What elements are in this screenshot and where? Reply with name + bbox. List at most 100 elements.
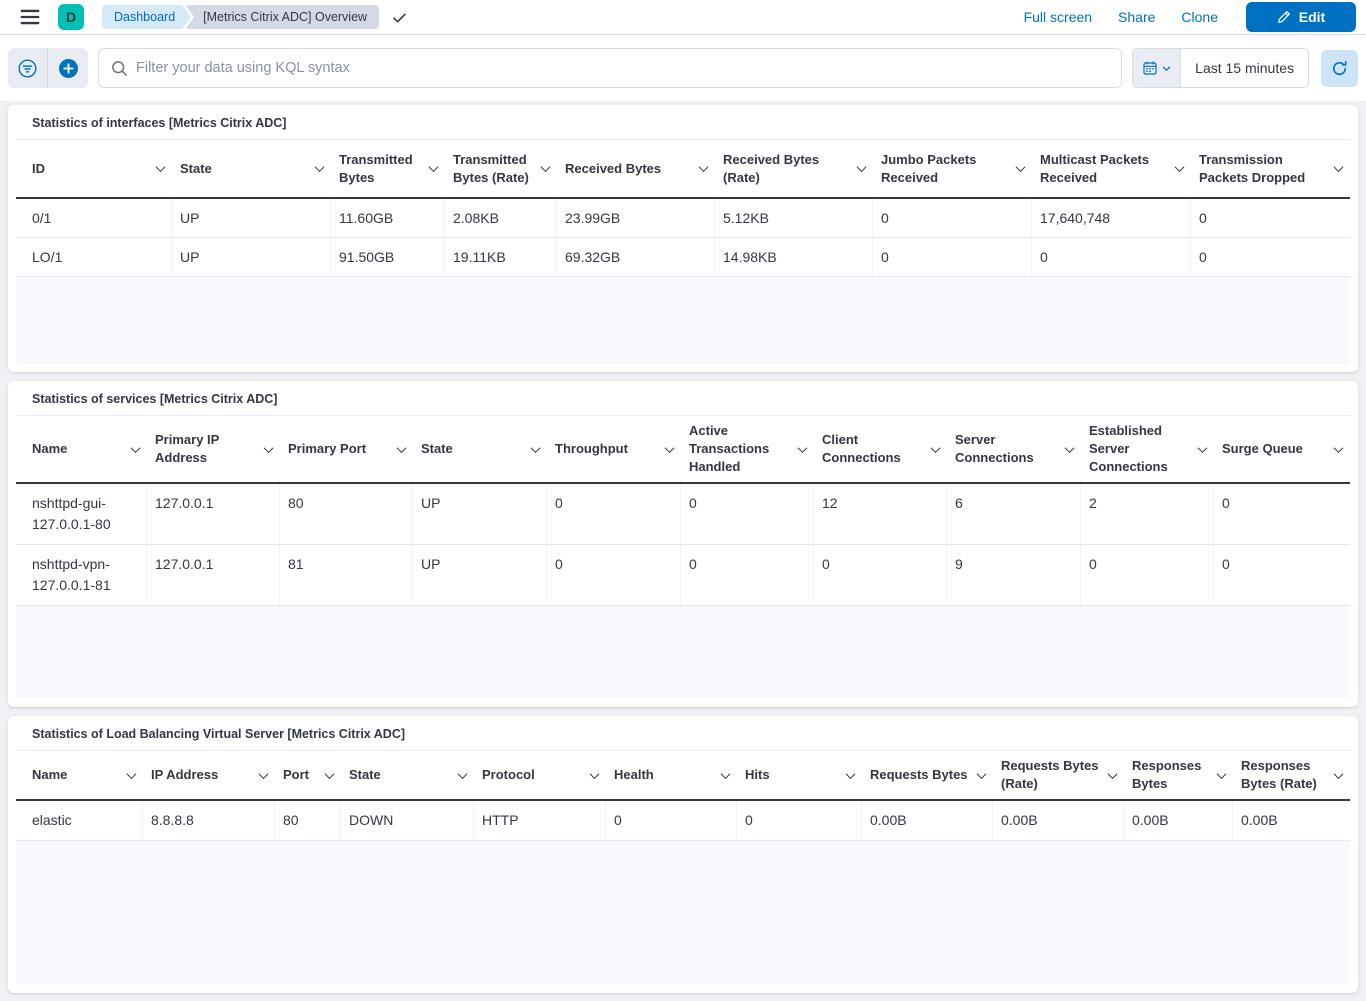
column-header-primary-ip[interactable]: Primary IP Address	[147, 415, 280, 484]
column-header-name[interactable]: Name	[16, 750, 143, 801]
column-header-multicast-packets-received[interactable]: Multicast Packets Received	[1032, 139, 1191, 199]
hamburger-menu-button[interactable]	[10, 0, 50, 34]
column-header-transmitted-bytes-rate[interactable]: Transmitted Bytes (Rate)	[445, 139, 557, 199]
add-filter-button[interactable]	[48, 48, 88, 88]
column-header-responses-bytes[interactable]: Responses Bytes	[1124, 750, 1233, 801]
chevron-down-icon[interactable]	[458, 769, 468, 779]
chevron-down-icon[interactable]	[531, 443, 541, 453]
cell-state: UP	[413, 545, 547, 606]
full-screen-button[interactable]: Full screen	[1024, 9, 1092, 25]
chevron-down-icon[interactable]	[1016, 162, 1026, 172]
chevron-down-icon[interactable]	[264, 443, 274, 453]
column-header-requests-bytes-rate[interactable]: Requests Bytes (Rate)	[993, 750, 1124, 801]
chevron-down-icon[interactable]	[931, 443, 941, 453]
chevron-down-icon[interactable]	[1108, 769, 1118, 779]
edit-button-label: Edit	[1299, 9, 1325, 25]
space-avatar[interactable]: D	[58, 4, 84, 30]
chevron-down-icon[interactable]	[1198, 443, 1208, 453]
chevron-down-icon[interactable]	[1334, 769, 1344, 779]
column-header-protocol[interactable]: Protocol	[474, 750, 606, 801]
filter-circle-icon	[18, 59, 37, 78]
time-range-value[interactable]: Last 15 minutes	[1181, 49, 1308, 87]
chevron-down-icon[interactable]	[325, 769, 335, 779]
pencil-icon	[1277, 10, 1291, 24]
panel-title[interactable]: Statistics of interfaces [Metrics Citrix…	[8, 105, 1358, 139]
column-header-health[interactable]: Health	[606, 750, 737, 801]
chevron-down-icon[interactable]	[1334, 443, 1344, 453]
table-header-row: ID State Transmitted Bytes Transmitted B…	[16, 139, 1350, 199]
column-header-server-connections[interactable]: Server Connections	[947, 415, 1081, 484]
column-header-received-bytes[interactable]: Received Bytes	[557, 139, 715, 199]
lb-virtual-server-table: Name IP Address Port State Protocol Heal…	[16, 750, 1350, 841]
time-quick-select-button[interactable]	[1133, 49, 1181, 87]
cell-client-connections: 0	[814, 545, 947, 606]
chevron-down-icon[interactable]	[665, 443, 675, 453]
chevron-down-icon[interactable]	[721, 769, 731, 779]
cell-state: UP	[172, 199, 331, 238]
cell-state: UP	[413, 484, 547, 545]
chevron-down-icon[interactable]	[977, 769, 987, 779]
chevron-down-icon[interactable]	[429, 162, 439, 172]
chevron-down-icon[interactable]	[541, 162, 551, 172]
chevron-down-icon[interactable]	[127, 769, 137, 779]
table-header-row: Name IP Address Port State Protocol Heal…	[16, 750, 1350, 801]
column-header-primary-port[interactable]: Primary Port	[280, 415, 413, 484]
kql-search-input[interactable]	[136, 60, 1111, 76]
chevron-down-icon[interactable]	[1217, 769, 1227, 779]
cell-name: nshttpd-gui-127.0.0.1-80	[16, 484, 147, 545]
panel-title[interactable]: Statistics of Load Balancing Virtual Ser…	[8, 716, 1358, 750]
cell-established-server-connections: 0	[1081, 545, 1214, 606]
breadcrumb-dashboard[interactable]: Dashboard	[102, 5, 191, 29]
column-header-received-bytes-rate[interactable]: Received Bytes (Rate)	[715, 139, 873, 199]
column-header-requests-bytes[interactable]: Requests Bytes	[862, 750, 993, 801]
column-header-ip-address[interactable]: IP Address	[143, 750, 275, 801]
cell-transmission-dropped: 0	[1191, 238, 1350, 277]
cell-active-transactions: 0	[681, 545, 814, 606]
column-header-transmission-packets-dropped[interactable]: Transmission Packets Dropped	[1191, 139, 1350, 199]
column-header-throughput[interactable]: Throughput	[547, 415, 681, 484]
column-header-state[interactable]: State	[172, 139, 331, 199]
column-header-client-connections[interactable]: Client Connections	[814, 415, 947, 484]
panel-title[interactable]: Statistics of services [Metrics Citrix A…	[8, 381, 1358, 415]
cell-protocol: HTTP	[474, 801, 606, 841]
cell-primary-port: 80	[280, 484, 413, 545]
column-header-id[interactable]: ID	[16, 139, 172, 199]
clone-button[interactable]: Clone	[1181, 9, 1218, 25]
chevron-down-icon[interactable]	[315, 162, 325, 172]
column-header-established-server-connections[interactable]: Established Server Connections	[1081, 415, 1214, 484]
cell-throughput: 0	[547, 545, 681, 606]
chevron-down-icon[interactable]	[590, 769, 600, 779]
chevron-down-icon	[1161, 63, 1172, 74]
column-header-responses-bytes-rate[interactable]: Responses Bytes (Rate)	[1233, 750, 1350, 801]
chevron-down-icon[interactable]	[1334, 162, 1344, 172]
chevron-down-icon[interactable]	[156, 162, 166, 172]
column-header-active-transactions[interactable]: Active Transactions Handled	[681, 415, 814, 484]
column-header-transmitted-bytes[interactable]: Transmitted Bytes	[331, 139, 445, 199]
column-header-name[interactable]: Name	[16, 415, 147, 484]
dashboard-viewport: Statistics of interfaces [Metrics Citrix…	[0, 101, 1366, 1001]
column-header-state[interactable]: State	[341, 750, 474, 801]
column-header-port[interactable]: Port	[275, 750, 341, 801]
edit-button[interactable]: Edit	[1246, 2, 1356, 32]
chevron-down-icon[interactable]	[1065, 443, 1075, 453]
chevron-down-icon[interactable]	[131, 443, 141, 453]
chevron-down-icon[interactable]	[699, 162, 709, 172]
column-header-hits[interactable]: Hits	[737, 750, 862, 801]
chevron-down-icon[interactable]	[798, 443, 808, 453]
breadcrumb-current-dashboard[interactable]: [Metrics Citrix ADC] Overview	[185, 5, 379, 29]
column-header-jumbo-packets-received[interactable]: Jumbo Packets Received	[873, 139, 1032, 199]
chevron-down-icon[interactable]	[857, 162, 867, 172]
calendar-icon	[1142, 60, 1158, 76]
cell-multicast-packets: 0	[1032, 238, 1191, 277]
cell-state: UP	[172, 238, 331, 277]
share-button[interactable]: Share	[1118, 9, 1155, 25]
cell-server-connections: 9	[947, 545, 1081, 606]
chevron-down-icon[interactable]	[1175, 162, 1185, 172]
refresh-button[interactable]	[1321, 50, 1358, 87]
column-header-surge-queue[interactable]: Surge Queue	[1214, 415, 1350, 484]
chevron-down-icon[interactable]	[397, 443, 407, 453]
chevron-down-icon[interactable]	[259, 769, 269, 779]
filter-menu-button[interactable]	[8, 48, 48, 88]
chevron-down-icon[interactable]	[846, 769, 856, 779]
column-header-state[interactable]: State	[413, 415, 547, 484]
